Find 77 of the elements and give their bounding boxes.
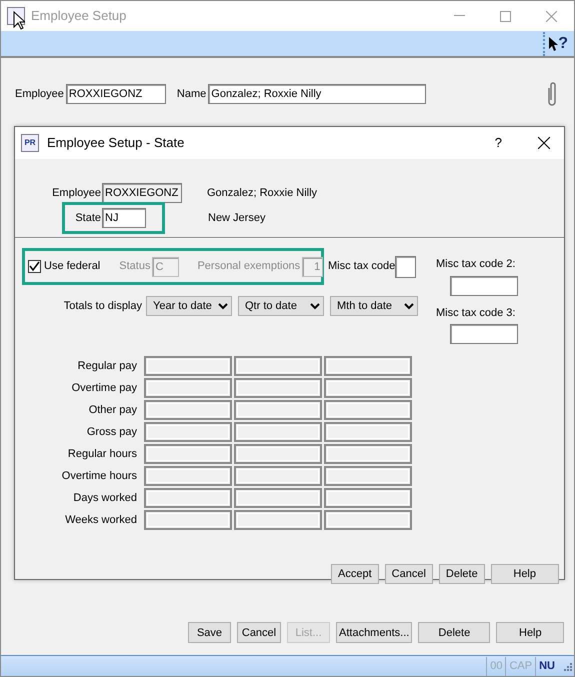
window-button[interactable]: Delete <box>418 622 490 643</box>
row-label: Days worked <box>72 490 138 506</box>
close-icon[interactable] <box>538 134 550 152</box>
field-label: Status <box>119 259 150 274</box>
total-field[interactable] <box>234 444 322 464</box>
row-label: Overtime pay <box>70 380 138 396</box>
field-label: Personal exemptions <box>197 259 300 274</box>
total-field[interactable] <box>144 356 232 376</box>
total-field[interactable] <box>144 510 232 530</box>
total-field[interactable] <box>234 400 322 420</box>
status-indicator: CAP <box>505 656 536 676</box>
window-title: Employee Setup <box>31 7 126 26</box>
dropdown[interactable]: Qtr to date <box>238 296 324 316</box>
total-field[interactable] <box>144 488 232 508</box>
help-button[interactable]: ? <box>494 133 502 153</box>
help-button[interactable]: ? <box>543 32 568 56</box>
total-field[interactable] <box>144 378 232 398</box>
checkbox[interactable] <box>28 260 41 273</box>
input-field[interactable]: Gonzalez; Roxxie Nilly <box>208 84 426 104</box>
total-field[interactable] <box>324 466 412 486</box>
checkbox-label[interactable]: Use federal <box>44 258 100 275</box>
total-field[interactable] <box>324 444 412 464</box>
total-field[interactable] <box>234 488 322 508</box>
total-field[interactable] <box>324 378 412 398</box>
total-field[interactable] <box>324 488 412 508</box>
total-field[interactable] <box>144 422 232 442</box>
input-field[interactable] <box>450 324 518 344</box>
total-field[interactable] <box>324 510 412 530</box>
dropdown[interactable]: Year to date <box>146 296 232 316</box>
total-field[interactable] <box>324 422 412 442</box>
field-label: Misc tax code 3: <box>436 306 516 320</box>
input-field[interactable]: ROXXIEGONZ <box>66 84 166 104</box>
dialog-button[interactable]: Cancel <box>384 564 433 584</box>
field-label: State <box>74 210 102 226</box>
app-icon: PR <box>21 134 39 152</box>
total-field[interactable] <box>324 400 412 420</box>
row-label: Weeks worked <box>64 512 138 528</box>
dialog-button[interactable]: Delete <box>438 564 485 584</box>
status-indicator: NU <box>535 656 558 676</box>
input-field[interactable] <box>395 256 416 278</box>
employee-name: Gonzalez; Roxxie Nilly <box>207 186 318 201</box>
paperclip-icon[interactable] <box>546 81 558 107</box>
total-field[interactable] <box>234 378 322 398</box>
field-label: Misc tax code 2: <box>436 257 516 272</box>
dropdown[interactable]: Mth to date <box>330 296 418 316</box>
dialog-button[interactable]: Help <box>490 564 559 584</box>
row-label: Other pay <box>88 402 138 418</box>
state-name: New Jersey <box>208 211 266 226</box>
row-label: Gross pay <box>86 424 138 440</box>
input-field[interactable]: NJ <box>102 208 146 228</box>
window-button[interactable]: Cancel <box>237 622 281 643</box>
total-field[interactable] <box>234 356 322 376</box>
row-label: Regular pay <box>76 358 138 374</box>
total-field[interactable] <box>144 444 232 464</box>
total-field[interactable] <box>234 422 322 442</box>
window-button[interactable]: Save <box>188 622 231 643</box>
total-field[interactable] <box>324 356 412 376</box>
dialog-button[interactable]: Accept <box>331 564 379 584</box>
window-button[interactable]: Attachments... <box>336 622 412 643</box>
pointer-icon <box>549 36 558 50</box>
total-field[interactable] <box>144 400 232 420</box>
field-label: Name <box>176 86 206 102</box>
field-label: Employee <box>15 86 64 102</box>
total-field[interactable] <box>144 466 232 486</box>
total-field[interactable] <box>234 466 322 486</box>
row-label: Overtime hours <box>60 468 138 484</box>
resize-grip-icon <box>562 661 572 671</box>
field-label: Totals to display <box>62 298 142 314</box>
total-field[interactable] <box>234 510 322 530</box>
input-field[interactable] <box>450 276 518 296</box>
window-button[interactable]: Help <box>496 622 564 643</box>
field-label: Misc tax code <box>328 259 396 274</box>
dialog-title: Employee Setup - State <box>47 134 184 152</box>
status-indicator: 00 <box>486 656 506 676</box>
field-label: Employee <box>51 186 102 201</box>
row-label: Regular hours <box>66 446 138 462</box>
input-field[interactable]: ROXXIEGONZ <box>102 183 182 203</box>
